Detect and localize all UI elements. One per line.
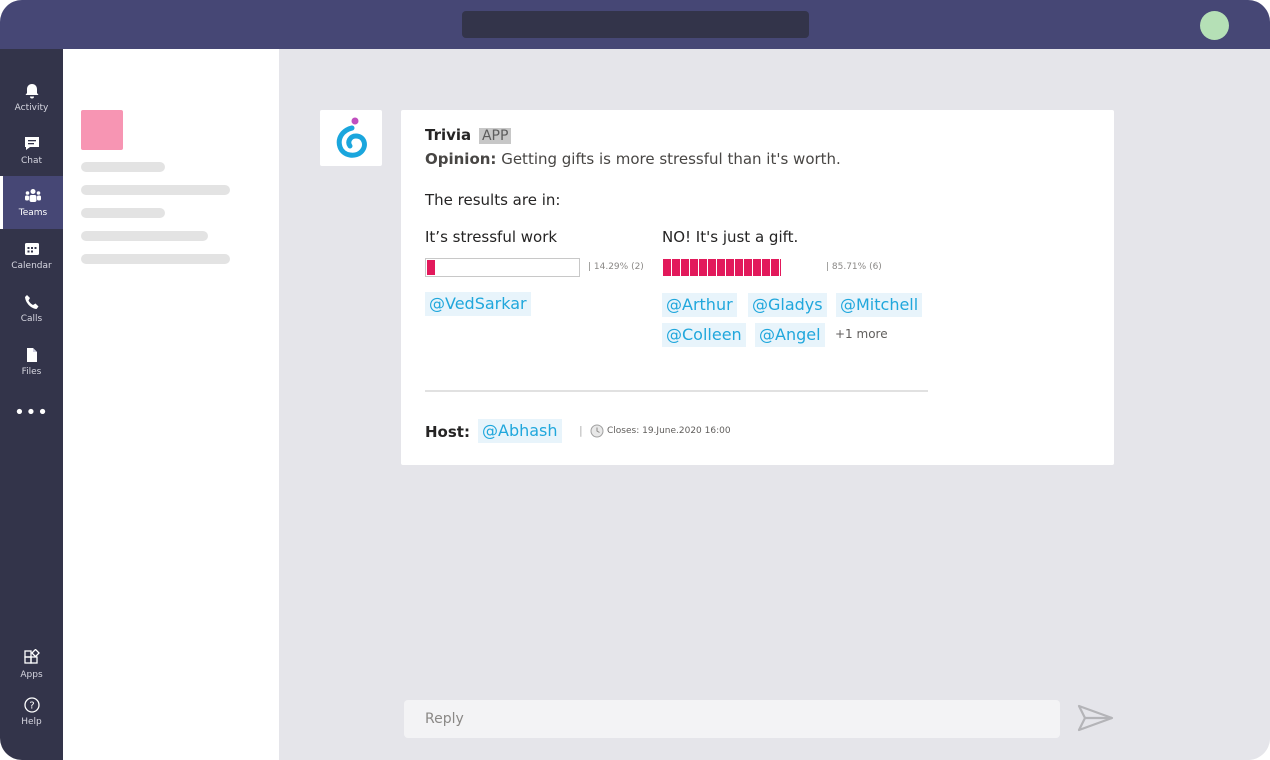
opinion-label: Opinion:	[425, 150, 497, 168]
rail-label: Help	[21, 717, 42, 727]
voter-mention[interactable]: @VedSarkar	[425, 292, 531, 316]
rail-item-help[interactable]: ? Help	[0, 685, 63, 738]
result-bar	[425, 258, 580, 277]
rail-item-activity[interactable]: Activity	[0, 71, 63, 124]
clock-icon	[590, 424, 604, 438]
teams-icon	[25, 189, 41, 202]
result-bar	[662, 258, 820, 277]
placeholder-line	[81, 185, 230, 195]
rail-item-calls[interactable]: Calls	[0, 282, 63, 335]
voter-mention[interactable]: @Angel	[755, 323, 825, 347]
closes-time: Closes: 19.June.2020 16:00	[607, 426, 731, 436]
app-rail: Activity Chat Teams Calendar Calls Files…	[0, 49, 63, 760]
user-avatar[interactable]	[1200, 11, 1229, 40]
rail-label: Chat	[20, 156, 43, 166]
rail-item-apps[interactable]: Apps	[0, 638, 63, 691]
app-badge: APP	[478, 128, 512, 144]
opinion-line: Opinion: Getting gifts is more stressful…	[425, 150, 841, 168]
placeholder-line	[81, 208, 165, 218]
title-bar	[0, 0, 1270, 49]
file-icon	[26, 348, 37, 362]
app-name[interactable]: Trivia	[425, 126, 471, 144]
opinion-text: Getting gifts is more stressful than it'…	[496, 150, 841, 168]
rail-label: Calls	[20, 314, 43, 324]
chat-icon	[24, 137, 39, 150]
card-header: Trivia APP	[425, 126, 512, 144]
help-icon: ?	[23, 697, 40, 713]
more-apps-icon[interactable]: •••	[0, 401, 63, 423]
phone-icon	[24, 295, 38, 309]
more-voters-link[interactable]: +1 more	[835, 327, 888, 341]
trivia-logo-icon	[336, 117, 367, 158]
result-stat: | 85.71% (6)	[826, 262, 882, 272]
channel-list	[63, 49, 279, 760]
placeholder-line	[81, 231, 208, 241]
rail-label: Calendar	[11, 261, 52, 271]
bot-avatar	[320, 110, 382, 166]
svg-text:?: ?	[29, 701, 34, 712]
separator: |	[579, 424, 583, 437]
host-mention[interactable]: @Abhash	[478, 419, 562, 443]
placeholder-line	[81, 162, 165, 172]
rail-item-chat[interactable]: Chat	[0, 124, 63, 177]
result-bar-fill	[663, 259, 781, 276]
rail-label: Teams	[18, 208, 48, 218]
rail-item-files[interactable]: Files	[0, 335, 63, 388]
result-bar-fill	[427, 260, 435, 275]
divider	[425, 390, 928, 392]
voter-mention[interactable]: @Mitchell	[836, 293, 923, 317]
apps-icon	[23, 649, 40, 664]
rail-item-teams[interactable]: Teams	[0, 176, 63, 229]
rail-item-calendar[interactable]: Calendar	[0, 229, 63, 282]
result-stat: | 14.29% (2)	[588, 262, 644, 272]
results-title: The results are in:	[425, 191, 561, 209]
team-avatar[interactable]	[81, 110, 123, 150]
rail-label: Apps	[20, 670, 43, 680]
poll-result-card: Trivia APP Opinion: Getting gifts is mor…	[401, 110, 1114, 465]
reply-input[interactable]: Reply	[404, 700, 1060, 738]
send-icon[interactable]	[1076, 701, 1116, 735]
option-label: NO! It's just a gift.	[662, 228, 799, 246]
search-bar[interactable]	[462, 11, 809, 38]
teams-window: Activity Chat Teams Calendar Calls Files…	[0, 0, 1270, 760]
voter-mention[interactable]: @Arthur	[662, 293, 737, 317]
option-label: It’s stressful work	[425, 228, 558, 246]
chat-pane: Trivia APP Opinion: Getting gifts is mor…	[279, 49, 1270, 760]
bell-icon	[25, 84, 38, 99]
rail-label: Activity	[14, 103, 49, 113]
voter-mention[interactable]: @Colleen	[662, 323, 746, 347]
voter-mention[interactable]: @Gladys	[748, 293, 827, 317]
host-label: Host:	[425, 423, 470, 441]
calendar-icon	[24, 243, 39, 255]
rail-label: Files	[21, 367, 42, 377]
placeholder-line	[81, 254, 230, 264]
